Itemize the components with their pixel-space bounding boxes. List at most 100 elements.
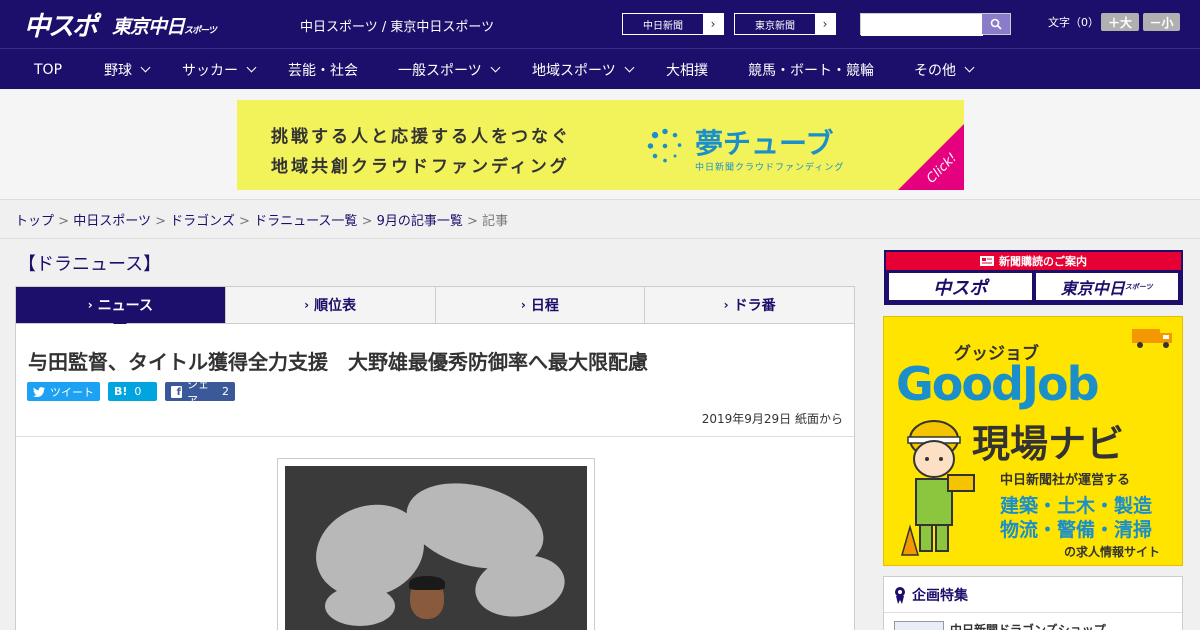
nav-item-label: 地域スポーツ — [532, 62, 616, 79]
subscribe-header: 新聞購読のご案内 — [886, 252, 1181, 270]
nav-item-label: 競馬・ボート・競輪 — [748, 62, 874, 79]
feature-item-link[interactable]: 中日新聞ドラゴンズショップ — [950, 621, 1106, 630]
tweet-button[interactable]: ツイート — [27, 382, 100, 401]
ad-area: 挑戦する人と応援する人をつなぐ 地域共創クラウドファンディング 夢チューブ 中日… — [0, 90, 1200, 200]
subscribe-tokyo-label: 東京中日 — [1060, 278, 1125, 298]
tab-label: 順位表 — [314, 298, 357, 314]
breadcrumb-separator: > — [58, 214, 70, 229]
breadcrumb-separator: > — [361, 214, 373, 229]
tokyo-shimbun-button[interactable]: 東京新聞 › — [734, 13, 836, 35]
nav-item-label: 野球 — [104, 62, 132, 79]
article-divider — [16, 436, 854, 437]
newspaper-icon — [980, 256, 994, 266]
tokyo-shimbun-label: 東京新聞 — [755, 20, 795, 32]
font-larger-button[interactable]: ＋大 — [1101, 13, 1139, 31]
nav-item-label: TOP — [34, 61, 63, 78]
article-date: 2019年9月29日 紙面から — [701, 412, 843, 426]
tab-schedule[interactable]: › 日程 — [436, 287, 646, 323]
breadcrumb-current: 記事 — [482, 214, 509, 229]
nav-item-label: その他 — [914, 62, 956, 79]
section-tabs: › ニュース › 順位表 › 日程 › ドラ番 — [15, 286, 855, 331]
feature-thumbnail[interactable] — [894, 621, 944, 630]
site-names[interactable]: 中日スポーツ / 東京中日スポーツ — [300, 16, 494, 35]
chevron-right-icon: › — [815, 14, 835, 34]
section-title: 【ドラニュース】 — [18, 254, 162, 275]
article-photo[interactable] — [285, 466, 587, 630]
truck-icon — [1132, 329, 1172, 348]
goodjob-line1: 中日新聞社が運営する — [1000, 473, 1131, 488]
breadcrumb-link-top[interactable]: トップ — [15, 214, 54, 229]
nav-item-baseball[interactable]: 野球 — [104, 49, 151, 90]
breadcrumb-separator: > — [467, 214, 478, 229]
chevron-right-icon: › — [703, 14, 723, 34]
facebook-f-icon: f — [171, 385, 182, 398]
font-size-label: 文字（0） — [1048, 16, 1099, 29]
chevron-right-icon: › — [304, 298, 310, 312]
crowdfunding-ad-banner[interactable]: 挑戦する人と応援する人をつなぐ 地域共創クラウドファンディング 夢チューブ 中日… — [237, 100, 964, 190]
photo-bg-shape — [325, 586, 395, 626]
chevron-down-icon — [490, 62, 501, 73]
breadcrumb-separator: > — [155, 214, 166, 229]
nav-item-racing[interactable]: 競馬・ボート・競輪 — [748, 49, 874, 90]
search-input[interactable] — [861, 16, 983, 36]
ad-brand: 夢チューブ — [695, 127, 834, 160]
chevron-right-icon: › — [520, 298, 526, 312]
article-photo-frame — [277, 458, 595, 630]
tab-label: ドラ番 — [733, 298, 776, 314]
subscribe-chuspo-button[interactable]: 中スポ — [889, 273, 1032, 300]
facebook-share-button[interactable]: f シェア 2 — [165, 378, 235, 407]
hatena-bookmark-button[interactable]: B! 0 — [108, 382, 157, 401]
subscribe-box: 新聞購読のご案内 中スポ 東京中日 スポーツ — [884, 250, 1183, 305]
ad-line2: 地域共創クラウドファンディング — [271, 157, 570, 177]
nav-item-general-sports[interactable]: 一般スポーツ — [398, 49, 501, 90]
hatena-count: 0 — [134, 385, 142, 398]
ribbon-icon — [895, 586, 905, 604]
chuspo-logo[interactable]: 中スポ — [24, 6, 98, 43]
chevron-right-icon: › — [87, 298, 93, 312]
ad-brand-sub: 中日新聞クラウドファンディング — [695, 163, 845, 173]
ad-line1: 挑戦する人と応援する人をつなぐ — [271, 127, 571, 147]
top-header: 中スポ 東京中日スポーツ 中日スポーツ / 東京中日スポーツ 中日新聞 › 東京… — [0, 0, 1200, 48]
chunichi-shimbun-button[interactable]: 中日新聞 › — [622, 13, 724, 35]
hatena-b-icon: B! — [114, 385, 128, 398]
goodjob-ad-banner[interactable]: グッジョブ GoodJob 現場ナビ 中日新聞社が運営する 建築・土木・製造 物… — [883, 316, 1183, 566]
tab-label: ニュース — [97, 298, 153, 314]
search-box — [860, 13, 1011, 36]
subscribe-tokyo-button[interactable]: 東京中日 スポーツ — [1035, 273, 1178, 300]
breadcrumb-link-dranews[interactable]: ドラニュース一覧 — [254, 214, 357, 229]
facebook-count: 2 — [222, 385, 229, 398]
facebook-label: シェア — [187, 377, 209, 407]
tokyo-chunichi-logo[interactable]: 東京中日スポーツ — [112, 12, 217, 39]
nav-item-sumo[interactable]: 大相撲 — [666, 49, 708, 90]
subscribe-tokyo-small: スポーツ — [1124, 282, 1153, 291]
nav-item-label: サッカー — [182, 62, 238, 79]
goodjob-line4: の求人情報サイト — [1064, 545, 1161, 559]
chevron-down-icon — [246, 62, 257, 73]
breadcrumb: トップ > 中日スポーツ > ドラゴンズ > ドラニュース一覧 > 9月の記事一… — [15, 210, 508, 229]
tab-reporter[interactable]: › ドラ番 — [645, 287, 854, 323]
search-icon — [990, 18, 1002, 30]
tokyo-chunichi-logo-small: スポーツ — [184, 26, 217, 36]
tweet-label: ツイート — [50, 385, 94, 399]
nav-item-soccer[interactable]: サッカー — [182, 49, 257, 90]
nav-item-entertainment[interactable]: 芸能・社会 — [288, 49, 358, 90]
nav-item-regional-sports[interactable]: 地域スポーツ — [532, 49, 635, 90]
twitter-bird-icon — [33, 386, 45, 397]
tab-standings[interactable]: › 順位表 — [226, 287, 436, 323]
breadcrumb-link-dragons[interactable]: ドラゴンズ — [170, 214, 235, 229]
feature-box: 企画特集 中日新聞ドラゴンズショップ — [883, 576, 1183, 630]
person-hair — [409, 576, 445, 590]
search-button[interactable] — [982, 14, 1010, 34]
article-headline: 与田監督、タイトル獲得全力支援 大野雄最優秀防御率へ最大限配慮 — [28, 350, 648, 374]
subscribe-options: 中スポ 東京中日 スポーツ — [886, 270, 1181, 303]
font-smaller-button[interactable]: －小 — [1143, 13, 1180, 31]
tab-news[interactable]: › ニュース — [16, 287, 226, 331]
nav-item-label: 一般スポーツ — [398, 62, 482, 79]
breadcrumb-link-september[interactable]: 9月の記事一覧 — [377, 214, 463, 229]
tab-label: 日程 — [530, 298, 559, 314]
nav-item-other[interactable]: その他 — [914, 49, 975, 90]
breadcrumb-link-chuspo[interactable]: 中日スポーツ — [73, 214, 151, 229]
dots-logo-icon — [647, 128, 682, 163]
nav-item-top[interactable]: TOP — [34, 49, 62, 90]
goodjob-subtitle: 現場ナビ — [972, 422, 1125, 466]
